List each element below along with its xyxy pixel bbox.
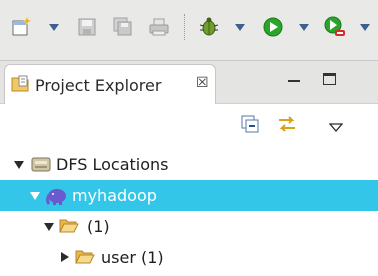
tree-item-myhadoop[interactable]: myhadoop: [0, 180, 378, 211]
run-config-icon[interactable]: [323, 13, 347, 41]
view-title: Project Explorer: [35, 76, 162, 95]
save-icon[interactable]: [75, 13, 99, 41]
tree-item-label: user (1): [101, 248, 164, 267]
expand-toggle[interactable]: [30, 192, 40, 200]
print-icon[interactable]: [147, 13, 171, 41]
dfs-locations-icon: [31, 155, 51, 177]
project-explorer-icon: [11, 75, 31, 97]
run-config-dropdown-caret[interactable]: [360, 24, 370, 31]
tree-item-user[interactable]: user (1): [0, 242, 378, 273]
main-toolbar: [0, 0, 378, 56]
new-dropdown-caret[interactable]: [49, 24, 59, 31]
run-icon[interactable]: [261, 13, 285, 41]
tab-project-explorer[interactable]: Project Explorer ☒: [4, 64, 216, 104]
tree-item-root-folder[interactable]: (1): [0, 211, 378, 242]
tree-item-label: (1): [87, 217, 110, 236]
debug-dropdown-caret[interactable]: [235, 24, 245, 31]
link-with-editor-icon[interactable]: [276, 114, 298, 138]
expand-toggle[interactable]: [61, 252, 69, 262]
save-all-icon[interactable]: [111, 13, 135, 41]
view-menu-icon[interactable]: [328, 118, 344, 137]
project-explorer-view: Project Explorer ☒ DFS Locations myhadoo…: [0, 60, 378, 276]
maximize-icon[interactable]: [323, 73, 336, 85]
toolbar-separator: [184, 14, 186, 40]
close-view-icon[interactable]: ☒: [196, 75, 209, 91]
debug-icon[interactable]: [197, 13, 221, 41]
run-dropdown-caret[interactable]: [299, 24, 309, 31]
folder-icon: [75, 249, 95, 269]
view-body: DFS Locations myhadoop (1) user (1): [0, 104, 378, 276]
tree-item-label: DFS Locations: [56, 155, 169, 174]
new-icon[interactable]: [10, 13, 34, 41]
minimize-icon[interactable]: [288, 80, 300, 82]
collapse-all-icon[interactable]: [241, 115, 259, 137]
tree-item-dfs-locations[interactable]: DFS Locations: [0, 149, 378, 180]
hadoop-elephant-icon: [45, 186, 69, 210]
folder-icon: [59, 218, 79, 238]
view-header: Project Explorer ☒: [0, 61, 378, 104]
expand-toggle[interactable]: [14, 161, 24, 169]
view-toolbar: [0, 104, 378, 138]
expand-toggle[interactable]: [44, 223, 54, 231]
tree-item-label: myhadoop: [72, 186, 157, 205]
